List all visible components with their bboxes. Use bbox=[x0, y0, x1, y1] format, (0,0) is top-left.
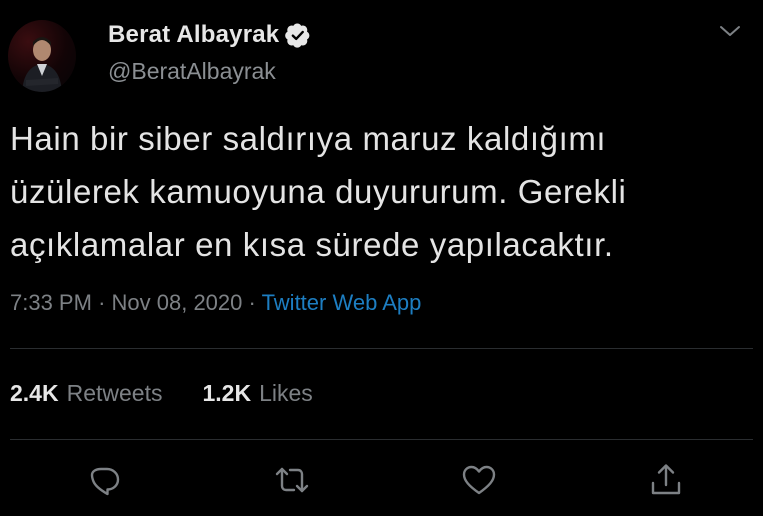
tweet-time[interactable]: 7:33 PM bbox=[10, 290, 92, 315]
display-name-row: Berat Albayrak bbox=[108, 20, 311, 50]
heart-icon bbox=[462, 465, 496, 495]
retweet-button[interactable] bbox=[272, 460, 312, 500]
share-button[interactable] bbox=[646, 460, 686, 500]
tweet-text-line: açıklamalar en kısa sürede yapılacaktır. bbox=[10, 226, 614, 263]
reply-button[interactable] bbox=[84, 460, 124, 500]
display-name[interactable]: Berat Albayrak bbox=[108, 21, 279, 49]
likes-label: Likes bbox=[259, 380, 313, 406]
like-button[interactable] bbox=[459, 460, 499, 500]
retweets-count: 2.4K bbox=[10, 380, 59, 406]
tweet-stats: 2.4K Retweets 1.2K Likes bbox=[10, 380, 313, 407]
tweet-card: Berat Albayrak @BeratAlbayrak Hain bir s… bbox=[0, 0, 763, 516]
chevron-down-icon[interactable] bbox=[717, 20, 743, 42]
divider bbox=[10, 439, 753, 440]
reply-icon bbox=[90, 467, 120, 496]
tweet-date[interactable]: Nov 08, 2020 bbox=[112, 290, 243, 315]
likes-stat[interactable]: 1.2K Likes bbox=[202, 380, 312, 407]
share-icon bbox=[651, 464, 681, 495]
verified-badge-icon bbox=[285, 22, 311, 48]
tweet-meta: 7:33 PM · Nov 08, 2020 · Twitter Web App bbox=[10, 290, 421, 316]
retweets-stat[interactable]: 2.4K Retweets bbox=[10, 380, 162, 407]
retweet-icon bbox=[275, 467, 309, 493]
avatar[interactable] bbox=[8, 20, 76, 92]
tweet-text-line: üzülerek kamuoyuna duyururum. Gerekli bbox=[10, 173, 627, 210]
meta-separator: · bbox=[248, 290, 256, 315]
tweet-text: Hain bir siber saldırıya maruz kaldığımı… bbox=[10, 112, 755, 271]
divider bbox=[10, 348, 753, 349]
meta-separator: · bbox=[98, 290, 106, 315]
retweets-label: Retweets bbox=[66, 380, 163, 406]
tweet-source-link[interactable]: Twitter Web App bbox=[262, 290, 422, 315]
tweet-text-line: Hain bir siber saldırıya maruz kaldığımı bbox=[10, 120, 607, 157]
likes-count: 1.2K bbox=[202, 380, 252, 406]
user-handle[interactable]: @BeratAlbayrak bbox=[108, 58, 276, 85]
